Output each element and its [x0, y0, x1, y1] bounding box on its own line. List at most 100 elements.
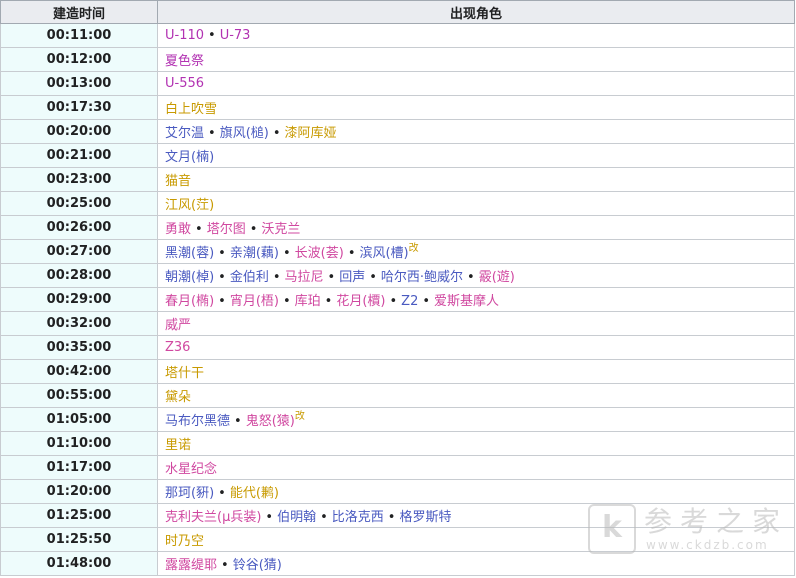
character-link[interactable]: 夏色祭 — [165, 54, 204, 69]
characters-cell: 艾尔温 • 旗风(槌) • 漆阿库娅 — [157, 119, 795, 144]
character-link[interactable]: 爱斯基摩人 — [434, 294, 499, 309]
character-link[interactable]: 滨风(槽) — [359, 246, 408, 261]
character-link[interactable]: U-110 — [165, 28, 204, 43]
character-link[interactable]: U-556 — [165, 76, 204, 91]
character-link[interactable]: 库珀 — [295, 294, 321, 309]
character-link[interactable]: 鬼怒(猿) — [246, 414, 295, 429]
characters-cell: 夏色祭 — [157, 47, 795, 72]
character-link[interactable]: 塔什干 — [165, 366, 204, 381]
construction-time-table: 建造时间 出现角色 00:11:00 U-110 • U-73 00:12:00 夏色祭 0… — [0, 0, 795, 576]
characters-cell: 露露缇耶 • 铃谷(猜) — [157, 551, 795, 576]
character-link[interactable]: Z2 — [401, 294, 418, 309]
table-row: 00:11:00 U-110 • U-73 — [0, 23, 795, 48]
bullet-separator: • — [422, 294, 431, 309]
characters-cell: 黛朵 — [157, 383, 795, 408]
table-row: 00:29:00 春月(椭) • 宵月(梧) • 库珀 • 花月(檟) • Z2 • 爱斯基摩人 — [0, 287, 795, 312]
character-link[interactable]: 比洛克西 — [332, 510, 384, 525]
characters-cell: 塔什干 — [157, 359, 795, 384]
character-link[interactable]: 朝潮(棹) — [165, 270, 214, 285]
table-row: 00:28:00 朝潮(棹) • 金伯利 • 马拉尼 • 回声 • 哈尔西·鲍威尔 • 霰(遊) — [0, 263, 795, 288]
character-link[interactable]: 江风(茳) — [165, 198, 214, 213]
character-link[interactable]: 铃谷(猜) — [233, 558, 282, 573]
character-link[interactable]: 沃克兰 — [261, 222, 300, 237]
character-link[interactable]: 那珂(豣) — [165, 486, 214, 501]
character-link[interactable]: 文月(楠) — [165, 150, 214, 165]
build-time-cell: 00:11:00 — [0, 23, 158, 48]
character-link[interactable]: 花月(檟) — [336, 294, 385, 309]
characters-cell: 时乃空 — [157, 527, 795, 552]
character-link[interactable]: 格罗斯特 — [399, 510, 451, 525]
build-time-cell: 00:17:30 — [0, 95, 158, 120]
character-link[interactable]: 金伯利 — [230, 270, 269, 285]
bullet-separator: • — [272, 270, 281, 285]
bullet-separator: • — [249, 222, 258, 237]
characters-cell: Z36 — [157, 335, 795, 360]
character-link[interactable]: 旗风(槌) — [220, 126, 269, 141]
build-time-cell: 01:20:00 — [0, 479, 158, 504]
character-link[interactable]: 回声 — [339, 270, 365, 285]
character-link[interactable]: 水星纪念 — [165, 462, 217, 477]
build-time-cell: 00:20:00 — [0, 119, 158, 144]
character-link[interactable]: 塔尔图 — [207, 222, 246, 237]
characters-cell: 马布尔黑德 • 鬼怒(猿)改 — [157, 407, 795, 432]
bullet-separator: • — [221, 558, 229, 573]
character-link[interactable]: 黛朵 — [165, 390, 191, 405]
character-link[interactable]: 宵月(梧) — [230, 294, 279, 309]
bullet-separator: • — [320, 510, 328, 525]
character-link[interactable]: 哈尔西·鲍威尔 — [381, 270, 463, 285]
character-link[interactable]: 猫音 — [165, 174, 191, 189]
table-header-row: 建造时间 出现角色 — [0, 0, 795, 24]
table-row: 00:20:00 艾尔温 • 旗风(槌) • 漆阿库娅 — [0, 119, 795, 144]
character-link[interactable]: 能代(鹣) — [230, 486, 279, 501]
character-link[interactable]: 马布尔黑德 — [165, 414, 230, 429]
build-time-cell: 00:32:00 — [0, 311, 158, 336]
bullet-separator: • — [389, 294, 398, 309]
character-link[interactable]: 克利夫兰(μ兵装) — [165, 510, 261, 525]
header-characters: 出现角色 — [157, 0, 795, 24]
build-time-cell: 00:29:00 — [0, 287, 158, 312]
bullet-separator: • — [347, 246, 356, 261]
retrofit-mark: 改 — [408, 243, 419, 254]
table-row: 01:48:00 露露缇耶 • 铃谷(猜) — [0, 551, 795, 576]
bullet-separator: • — [387, 510, 396, 525]
character-link[interactable]: 马拉尼 — [285, 270, 324, 285]
bullet-separator: • — [208, 28, 216, 43]
table-row: 01:10:00 里诺 — [0, 431, 795, 456]
characters-cell: 里诺 — [157, 431, 795, 456]
character-link[interactable]: 艾尔温 — [165, 126, 204, 141]
character-link[interactable]: 露露缇耶 — [165, 558, 217, 573]
characters-cell: 水星纪念 — [157, 455, 795, 480]
table-row: 00:27:00 黑潮(蓉) • 亲潮(藕) • 长波(荟) • 滨风(槽)改 — [0, 239, 795, 264]
build-time-cell: 01:48:00 — [0, 551, 158, 576]
table-row: 00:32:00 威严 — [0, 311, 795, 336]
character-link[interactable]: 勇敢 — [165, 222, 191, 237]
table-row: 00:42:00 塔什干 — [0, 359, 795, 384]
character-link[interactable]: 长波(荟) — [295, 246, 344, 261]
table-row: 00:23:00 猫音 — [0, 167, 795, 192]
table-row: 00:17:30 白上吹雪 — [0, 95, 795, 120]
build-time-cell: 00:35:00 — [0, 335, 158, 360]
build-time-cell: 01:10:00 — [0, 431, 158, 456]
character-link[interactable]: 霰(遊) — [479, 270, 515, 285]
build-time-cell: 00:21:00 — [0, 143, 158, 168]
character-link[interactable]: 里诺 — [165, 438, 191, 453]
characters-cell: 威严 — [157, 311, 795, 336]
character-link[interactable]: 白上吹雪 — [165, 102, 217, 117]
bullet-separator: • — [234, 414, 242, 429]
character-link[interactable]: Z36 — [165, 340, 190, 355]
build-time-cell: 01:17:00 — [0, 455, 158, 480]
character-link[interactable]: 时乃空 — [165, 534, 204, 549]
bullet-separator: • — [467, 270, 475, 285]
character-link[interactable]: 春月(椭) — [165, 294, 214, 309]
build-time-cell: 00:55:00 — [0, 383, 158, 408]
character-link[interactable]: 亲潮(藕) — [230, 246, 279, 261]
build-time-cell: 00:26:00 — [0, 215, 158, 240]
character-link[interactable]: 黑潮(蓉) — [165, 246, 214, 261]
build-time-cell: 00:27:00 — [0, 239, 158, 264]
character-link[interactable]: 漆阿库娅 — [285, 126, 337, 141]
table-row: 01:25:00 克利夫兰(μ兵装) • 伯明翰 • 比洛克西 • 格罗斯特 — [0, 503, 795, 528]
characters-cell: 朝潮(棹) • 金伯利 • 马拉尼 • 回声 • 哈尔西·鲍威尔 • 霰(遊) — [157, 263, 795, 288]
character-link[interactable]: 伯明翰 — [277, 510, 316, 525]
character-link[interactable]: U-73 — [220, 28, 251, 43]
character-link[interactable]: 威严 — [165, 318, 191, 333]
